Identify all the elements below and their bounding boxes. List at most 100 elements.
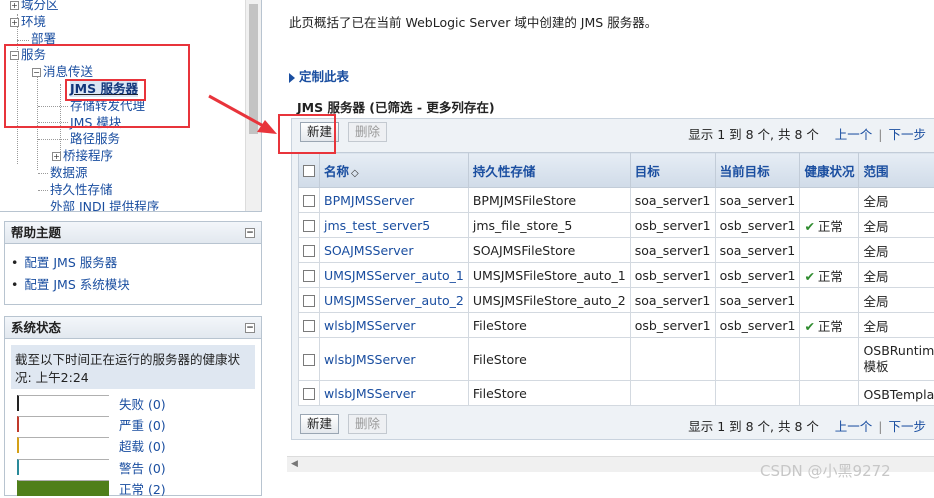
collapse-icon[interactable]: −	[245, 323, 255, 333]
system-status-title: 系统状态	[11, 320, 61, 335]
expand-icon[interactable]: +	[52, 152, 61, 161]
health-cell	[800, 188, 859, 213]
collapse-icon[interactable]: −	[245, 228, 255, 238]
health-cell: ✔正常	[800, 313, 859, 338]
persistent-store-cell: jms_file_store_5	[468, 213, 630, 238]
scope-cell: OSBTemplate模板	[859, 381, 934, 406]
table-row: wlsbJMSServer FileStore OSBTemplate模板	[299, 381, 934, 406]
scope-cell: 全局	[859, 288, 934, 313]
pager-prev-link[interactable]: 上一个	[835, 419, 873, 434]
row-checkbox[interactable]	[303, 388, 315, 400]
pager-next-link[interactable]: 下一步	[888, 127, 926, 142]
target-cell: osb_server1	[630, 213, 715, 238]
health-row-ok: 正常 (2)	[17, 478, 257, 498]
persistent-store-cell: BPMJMSFileStore	[468, 188, 630, 213]
row-checkbox[interactable]	[303, 354, 315, 366]
tree-item-persistent-stores[interactable]: 持久性存储	[50, 181, 113, 198]
help-link-configure-jms-modules[interactable]: 配置 JMS 系统模块	[11, 274, 261, 296]
scroll-left-icon[interactable]: ◀	[291, 459, 298, 469]
annotation-highlight-box	[278, 114, 336, 154]
row-checkbox[interactable]	[303, 245, 315, 257]
health-cell	[800, 288, 859, 313]
customize-table-link[interactable]: 定制此表	[289, 66, 349, 85]
server-name-link[interactable]: jms_test_server5	[320, 213, 469, 238]
system-status-header: 系统状态 −	[5, 317, 261, 339]
health-cell: ✔正常	[800, 213, 859, 238]
current-target-cell: osb_server1	[715, 313, 800, 338]
new-button[interactable]: 新建	[300, 414, 339, 434]
target-cell	[630, 338, 715, 381]
check-icon: ✔	[804, 219, 814, 234]
server-name-link[interactable]: UMSJMSServer_auto_2	[320, 288, 469, 313]
jms-servers-table: 名称◇ 持久性存储 目标 当前目标 健康状况 范围 BPMJMSServer B…	[298, 152, 934, 406]
select-all-header[interactable]	[299, 153, 320, 188]
row-checkbox[interactable]	[303, 270, 315, 282]
health-bar	[17, 395, 109, 411]
row-checkbox[interactable]	[303, 195, 315, 207]
delete-button[interactable]: 删除	[348, 122, 387, 142]
server-name-link[interactable]: SOAJMSServer	[320, 238, 469, 263]
page-intro: 此页概括了已在当前 WebLogic Server 域中创建的 JMS 服务器。	[289, 12, 657, 31]
table-row: SOAJMSServer SOAJMSFileStore soa_server1…	[299, 238, 934, 263]
row-checkbox[interactable]	[303, 220, 315, 232]
target-cell: soa_server1	[630, 238, 715, 263]
current-target-cell: soa_server1	[715, 288, 800, 313]
server-name-link[interactable]: wlsbJMSServer	[320, 338, 469, 381]
column-header-store[interactable]: 持久性存储	[468, 153, 630, 188]
table-row: UMSJMSServer_auto_1 UMSJMSFileStore_auto…	[299, 263, 934, 288]
pager-next-link[interactable]: 下一步	[888, 419, 926, 434]
annotation-arrow-icon	[205, 92, 285, 142]
scope-cell: 全局	[859, 238, 934, 263]
tree-item-path-services[interactable]: 路径服务	[70, 130, 120, 147]
column-header-name[interactable]: 名称◇	[320, 153, 469, 188]
tree-item-data-sources[interactable]: 数据源	[50, 164, 88, 181]
health-row-warning: 警告 (0)	[17, 457, 257, 477]
pager-prev-link[interactable]: 上一个	[835, 127, 873, 142]
scope-cell: OSBRuntimeResou 模板	[859, 338, 934, 381]
table-toolbar-top: 新建 删除 显示 1 到 8 个, 共 8 个 上一个 | 下一步	[292, 119, 934, 145]
current-target-cell: osb_server1	[715, 213, 800, 238]
tree-item-foreign-jndi[interactable]: 外部 JNDI 提供程序	[50, 198, 159, 212]
expand-icon[interactable]: +	[10, 1, 19, 10]
help-topics-panel: 帮助主题 − 配置 JMS 服务器 配置 JMS 系统模块	[4, 221, 262, 305]
health-row-failed: 失败 (0)	[17, 393, 257, 413]
server-name-link[interactable]: BPMJMSServer	[320, 188, 469, 213]
sort-ascending-icon[interactable]: ◇	[351, 168, 359, 179]
scope-cell: 全局	[859, 313, 934, 338]
table-row: jms_test_server5 jms_file_store_5 osb_se…	[299, 213, 934, 238]
help-topics-title: 帮助主题	[11, 225, 61, 240]
health-cell: ✔正常	[800, 263, 859, 288]
current-target-cell: soa_server1	[715, 238, 800, 263]
target-cell: soa_server1	[630, 288, 715, 313]
table-row: UMSJMSServer_auto_2 UMSJMSFileStore_auto…	[299, 288, 934, 313]
select-all-checkbox[interactable]	[303, 165, 315, 177]
expand-triangle-icon	[289, 73, 295, 83]
system-status-panel: 系统状态 − 截至以下时间正在运行的服务器的健康状况: 上午2:24 失败 (0…	[4, 316, 262, 496]
tree-item-environment[interactable]: +环境	[10, 13, 46, 30]
column-header-current-target[interactable]: 当前目标	[715, 153, 800, 188]
persistent-store-cell: FileStore	[468, 338, 630, 381]
health-bar	[17, 480, 109, 496]
help-topics-header: 帮助主题 −	[5, 222, 261, 244]
current-target-cell	[715, 381, 800, 406]
help-link-configure-jms-servers[interactable]: 配置 JMS 服务器	[11, 252, 261, 274]
system-status-description: 截至以下时间正在运行的服务器的健康状况: 上午2:24	[11, 345, 255, 389]
annotation-highlight-box	[65, 79, 146, 101]
column-header-target[interactable]: 目标	[630, 153, 715, 188]
row-checkbox[interactable]	[303, 295, 315, 307]
persistent-store-cell: UMSJMSFileStore_auto_2	[468, 288, 630, 313]
delete-button[interactable]: 删除	[348, 414, 387, 434]
column-header-health[interactable]: 健康状况	[800, 153, 859, 188]
row-checkbox[interactable]	[303, 320, 315, 332]
scope-cell: 全局	[859, 263, 934, 288]
tree-item-domain-partitions[interactable]: +域分区	[10, 0, 59, 13]
expand-icon[interactable]: +	[10, 18, 19, 27]
table-row: wlsbJMSServer FileStore OSBRuntimeResou …	[299, 338, 934, 381]
server-name-link[interactable]: wlsbJMSServer	[320, 381, 469, 406]
server-name-link[interactable]: wlsbJMSServer	[320, 313, 469, 338]
persistent-store-cell: SOAJMSFileStore	[468, 238, 630, 263]
tree-item-bridges[interactable]: +桥接程序	[52, 147, 113, 164]
health-bar	[17, 437, 109, 453]
server-name-link[interactable]: UMSJMSServer_auto_1	[320, 263, 469, 288]
column-header-scope[interactable]: 范围	[859, 153, 934, 188]
